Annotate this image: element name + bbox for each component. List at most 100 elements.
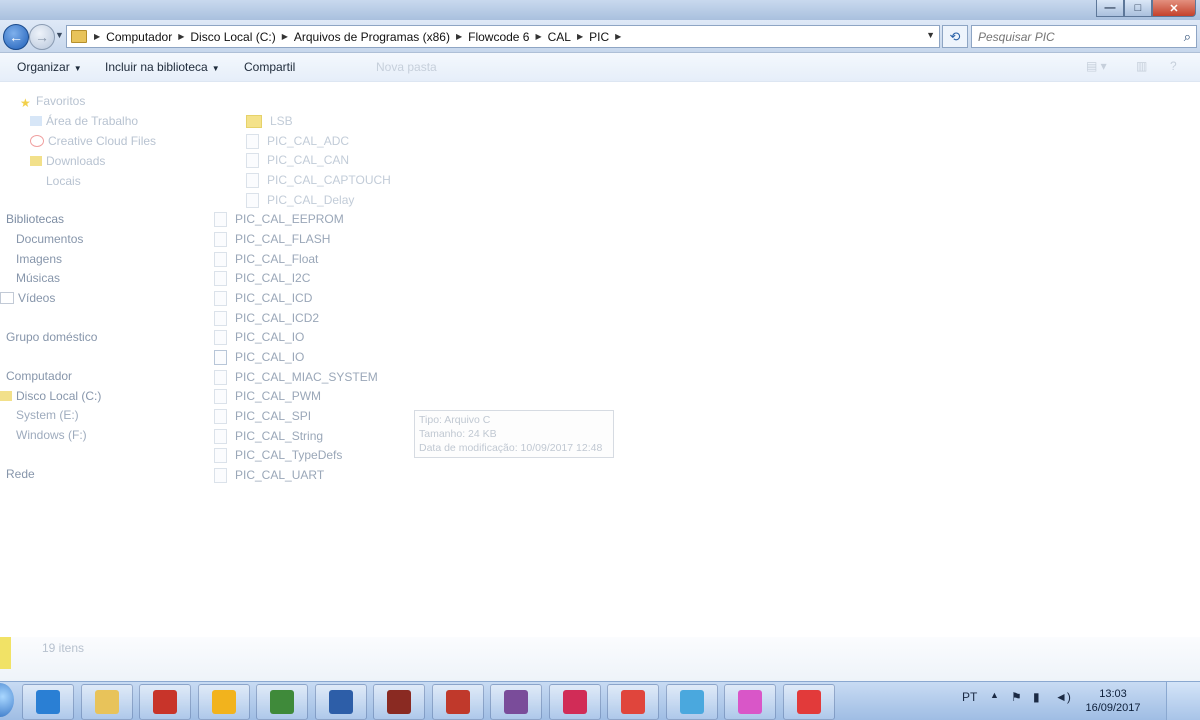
taskbar-app-button[interactable] bbox=[373, 684, 425, 720]
taskbar-app-button[interactable] bbox=[607, 684, 659, 720]
refresh-button[interactable]: ⟲ bbox=[942, 25, 968, 48]
share-button[interactable]: Compartil bbox=[244, 60, 295, 74]
nav-computer[interactable]: Computador bbox=[6, 367, 72, 385]
address-dropdown-icon[interactable]: ▼ bbox=[926, 30, 935, 40]
taskbar-app-button[interactable] bbox=[80, 684, 133, 720]
list-item[interactable]: PIC_CAL_Delay bbox=[246, 191, 354, 209]
taskbar-app-button[interactable] bbox=[548, 684, 601, 720]
list-item[interactable]: PIC_CAL_FLASH bbox=[214, 230, 330, 248]
list-item[interactable]: PIC_CAL_PWM bbox=[214, 387, 321, 405]
list-item[interactable]: PIC_CAL_IO bbox=[214, 348, 304, 366]
taskbar-app-button[interactable] bbox=[782, 684, 835, 720]
taskbar-app-button[interactable] bbox=[139, 684, 191, 720]
nav-favorites[interactable]: ★ Favoritos bbox=[20, 92, 85, 110]
chevron-right-icon[interactable]: ▶ bbox=[279, 32, 291, 41]
action-center-icon[interactable]: ⚑ bbox=[1011, 690, 1022, 704]
nav-disk-f[interactable]: Windows (F:) bbox=[0, 426, 87, 444]
nav-locais[interactable]: Locais bbox=[30, 172, 81, 190]
show-hidden-icons-icon[interactable]: ▲ bbox=[990, 690, 999, 700]
nav-disk-c[interactable]: Disco Local (C:) bbox=[0, 387, 101, 405]
list-item[interactable]: PIC_CAL_I2C bbox=[214, 269, 310, 287]
chevron-right-icon[interactable]: ▶ bbox=[574, 32, 586, 41]
list-item[interactable]: PIC_CAL_String bbox=[214, 427, 323, 445]
breadcrumb-computador[interactable]: Computador bbox=[103, 30, 175, 44]
address-bar[interactable]: ▶ Computador ▶ Disco Local (C:) ▶ Arquiv… bbox=[66, 25, 940, 48]
chevron-right-icon[interactable]: ▶ bbox=[612, 32, 624, 41]
nav-videos[interactable]: Vídeos bbox=[0, 289, 55, 307]
search-box[interactable]: ⌕ bbox=[971, 25, 1197, 48]
network-signal-icon[interactable]: ▮ bbox=[1033, 690, 1040, 704]
volume-icon[interactable]: ◄) bbox=[1055, 690, 1071, 704]
file-icon bbox=[214, 467, 227, 483]
language-indicator[interactable]: PT bbox=[962, 690, 977, 704]
graphics-app-icon bbox=[738, 690, 762, 714]
help-icon[interactable]: ? bbox=[1170, 59, 1177, 73]
breadcrumb-pic[interactable]: PIC bbox=[586, 30, 612, 44]
chevron-right-icon[interactable]: ▶ bbox=[453, 32, 465, 41]
taskbar-app-button[interactable] bbox=[665, 684, 718, 720]
breadcrumb-disco-local[interactable]: Disco Local (C:) bbox=[187, 30, 278, 44]
taskbar-app-button[interactable] bbox=[22, 684, 74, 720]
view-options-icon[interactable]: ▤ ▾ bbox=[1086, 59, 1107, 73]
nav-images-label: Imagens bbox=[16, 252, 63, 266]
list-item[interactable]: PIC_CAL_ICD bbox=[214, 289, 312, 307]
list-item[interactable]: PIC_CAL_MIAC_SYSTEM bbox=[214, 368, 378, 386]
nav-locais-label: Locais bbox=[46, 174, 81, 188]
taskbar-app-button[interactable] bbox=[314, 684, 367, 720]
start-button[interactable] bbox=[0, 683, 14, 717]
show-desktop-button[interactable] bbox=[1166, 682, 1200, 720]
nav-homegroup[interactable]: Grupo doméstico bbox=[6, 328, 97, 346]
breadcrumb-flowcode[interactable]: Flowcode 6 bbox=[465, 30, 532, 44]
list-item[interactable]: PIC_CAL_UART bbox=[214, 466, 324, 484]
chevron-right-icon[interactable]: ▶ bbox=[91, 32, 103, 41]
list-item[interactable]: PIC_CAL_EEPROM bbox=[214, 210, 344, 228]
list-item[interactable]: PIC_CAL_CAN bbox=[246, 151, 349, 169]
list-item[interactable]: PIC_CAL_IO bbox=[214, 328, 304, 346]
list-item[interactable]: PIC_CAL_SPI bbox=[214, 407, 311, 425]
file-explorer-icon bbox=[94, 690, 119, 714]
column-headers bbox=[482, 86, 1002, 104]
nav-network[interactable]: Rede bbox=[6, 465, 35, 483]
list-item[interactable]: PIC_CAL_ADC bbox=[246, 132, 349, 150]
nav-downloads[interactable]: Downloads bbox=[30, 152, 105, 170]
nav-desktop[interactable]: Área de Trabalho bbox=[30, 112, 138, 130]
drive-icon bbox=[0, 391, 12, 401]
list-item[interactable]: PIC_CAL_CAPTOUCH bbox=[246, 171, 391, 189]
nav-creative-cloud[interactable]: Creative Cloud Files bbox=[30, 132, 156, 150]
address-row: ← → ▼ ▶ Computador ▶ Disco Local (C:) ▶ … bbox=[0, 20, 1200, 53]
search-input[interactable] bbox=[976, 28, 1170, 46]
forward-button[interactable]: → bbox=[29, 24, 55, 50]
taskbar-app-button[interactable] bbox=[431, 684, 484, 720]
maximize-button[interactable]: □ bbox=[1124, 0, 1152, 17]
clock[interactable]: 13:03 16/09/2017 bbox=[1081, 687, 1145, 715]
list-item[interactable]: PIC_CAL_TypeDefs bbox=[214, 446, 342, 464]
list-item[interactable]: PIC_CAL_Float bbox=[214, 250, 318, 268]
minimize-button[interactable]: — bbox=[1096, 0, 1124, 17]
taskbar-app-button[interactable] bbox=[724, 684, 776, 720]
nav-images[interactable]: Imagens bbox=[6, 250, 62, 268]
include-library-button[interactable]: Incluir na biblioteca ▼ bbox=[105, 60, 220, 74]
nav-libraries[interactable]: Bibliotecas bbox=[6, 210, 64, 228]
search-icon[interactable]: ⌕ bbox=[1184, 29, 1191, 45]
close-button[interactable]: ✕ bbox=[1152, 0, 1196, 17]
chevron-right-icon[interactable]: ▶ bbox=[532, 32, 544, 41]
taskbar-app-button[interactable] bbox=[256, 684, 308, 720]
breadcrumb-cal[interactable]: CAL bbox=[545, 30, 574, 44]
new-folder-button[interactable]: Nova pasta bbox=[376, 60, 437, 74]
breadcrumb-arquivos[interactable]: Arquivos de Programas (x86) bbox=[291, 30, 453, 44]
organize-button[interactable]: Organizar ▼ bbox=[17, 60, 82, 74]
list-item[interactable]: LSB bbox=[246, 112, 293, 130]
recent-pages-dropdown[interactable]: ▼ bbox=[55, 30, 64, 40]
nav-documents[interactable]: Documentos bbox=[6, 230, 83, 248]
list-item[interactable]: PIC_CAL_ICD2 bbox=[214, 309, 319, 327]
back-button[interactable]: ← bbox=[3, 24, 29, 50]
nav-videos-label: Vídeos bbox=[18, 291, 56, 305]
folder-icon bbox=[246, 114, 262, 128]
preview-pane-icon[interactable]: ▥ bbox=[1136, 59, 1147, 73]
nav-disk-e[interactable]: System (E:) bbox=[0, 406, 79, 424]
nav-documents-label: Documentos bbox=[16, 232, 84, 246]
taskbar-app-button[interactable] bbox=[197, 684, 250, 720]
taskbar-app-button[interactable] bbox=[490, 684, 542, 720]
chevron-right-icon[interactable]: ▶ bbox=[175, 32, 187, 41]
nav-music[interactable]: Músicas bbox=[6, 269, 60, 287]
